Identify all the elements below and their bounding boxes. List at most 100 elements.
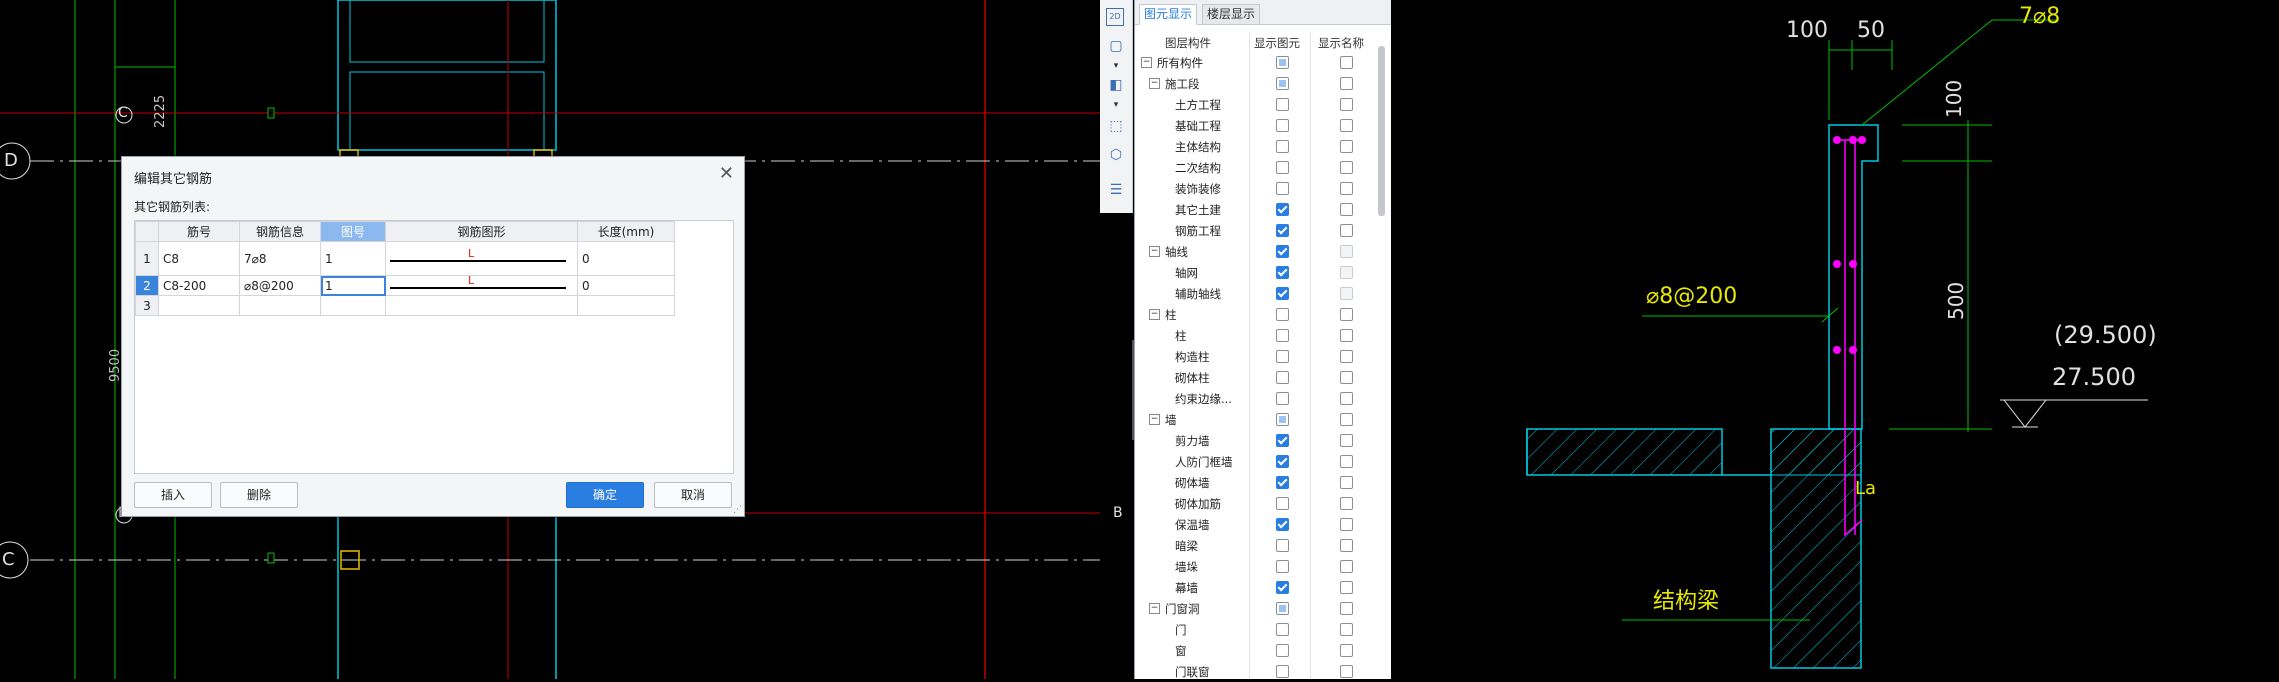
resize-grip-icon[interactable]: ⋰ (733, 505, 742, 515)
table-row[interactable]: 3 (135, 295, 675, 316)
show-element-checkbox[interactable] (1276, 245, 1289, 258)
show-name-checkbox[interactable] (1340, 476, 1353, 489)
show-name-checkbox[interactable] (1340, 560, 1353, 573)
show-name-checkbox[interactable] (1340, 329, 1353, 342)
show-element-checkbox[interactable] (1276, 413, 1289, 426)
layer-row[interactable]: 基础工程 (1135, 115, 1375, 136)
show-name-checkbox[interactable] (1340, 539, 1353, 552)
show-element-checkbox[interactable] (1276, 665, 1289, 678)
show-element-checkbox[interactable] (1276, 161, 1289, 174)
show-element-checkbox[interactable] (1276, 203, 1289, 216)
cell-shape[interactable]: L (385, 274, 578, 296)
col-header-length[interactable]: 长度(mm) (577, 221, 675, 242)
layer-row[interactable]: 保温墙 (1135, 514, 1375, 535)
table-row[interactable]: 1 C8 7⌀8 1 L 0 (135, 241, 675, 276)
layer-row[interactable]: 二次结构 (1135, 157, 1375, 178)
cell-name[interactable] (158, 295, 240, 316)
layer-row[interactable]: − 施工段 (1135, 73, 1375, 94)
2d-view-icon[interactable]: 2D (1106, 8, 1124, 26)
show-element-checkbox[interactable] (1276, 308, 1289, 321)
layer-row[interactable]: 门 (1135, 619, 1375, 640)
layer-row[interactable]: 构造柱 (1135, 346, 1375, 367)
show-element-checkbox[interactable] (1276, 140, 1289, 153)
show-element-checkbox[interactable] (1276, 182, 1289, 195)
show-name-checkbox[interactable] (1340, 497, 1353, 510)
show-element-checkbox[interactable] (1276, 623, 1289, 636)
3d-solid-icon[interactable]: ◧ (1106, 75, 1126, 95)
layer-row[interactable]: 砌体墙 (1135, 472, 1375, 493)
layer-row[interactable]: 砌体柱 (1135, 367, 1375, 388)
show-name-checkbox[interactable] (1340, 413, 1353, 426)
layer-row[interactable]: − 墙 (1135, 409, 1375, 430)
layer-row[interactable]: 其它土建 (1135, 199, 1375, 220)
layer-row[interactable]: 幕墙 (1135, 577, 1375, 598)
layer-row[interactable]: 装饰装修 (1135, 178, 1375, 199)
layer-row[interactable]: 人防门框墙 (1135, 451, 1375, 472)
show-element-checkbox[interactable] (1276, 539, 1289, 552)
panel-scrollbar[interactable] (1378, 46, 1385, 216)
cell-length[interactable]: 0 (577, 241, 675, 276)
layer-row[interactable]: 主体结构 (1135, 136, 1375, 157)
layer-row[interactable]: 轴网 (1135, 262, 1375, 283)
layer-row[interactable]: − 轴线 (1135, 241, 1375, 262)
show-element-checkbox[interactable] (1276, 287, 1289, 300)
show-element-checkbox[interactable] (1276, 350, 1289, 363)
table-row[interactable]: 2 C8-200 ⌀8@200 1 L 0 (135, 274, 675, 296)
show-element-checkbox[interactable] (1276, 329, 1289, 342)
show-name-checkbox[interactable] (1340, 602, 1353, 615)
layer-row[interactable]: 土方工程 (1135, 94, 1375, 115)
show-name-checkbox[interactable] (1340, 287, 1353, 300)
delete-button[interactable]: 删除 (220, 482, 298, 508)
show-name-checkbox[interactable] (1340, 98, 1353, 111)
show-element-checkbox[interactable] (1276, 497, 1289, 510)
show-element-checkbox[interactable] (1276, 476, 1289, 489)
col-header-info[interactable]: 钢筋信息 (239, 221, 321, 242)
show-element-checkbox[interactable] (1276, 77, 1289, 90)
show-name-checkbox[interactable] (1340, 77, 1353, 90)
collapse-toggle-icon[interactable]: − (1149, 78, 1160, 89)
layer-settings-icon[interactable]: ⬡ (1106, 145, 1126, 165)
cell-length[interactable]: 0 (577, 275, 675, 296)
show-name-checkbox[interactable] (1340, 644, 1353, 657)
show-element-checkbox[interactable] (1276, 518, 1289, 531)
collapse-toggle-icon[interactable]: − (1149, 309, 1160, 320)
ok-button[interactable]: 确定 (566, 482, 644, 508)
show-name-checkbox[interactable] (1340, 203, 1353, 216)
collapse-toggle-icon[interactable]: − (1141, 57, 1152, 68)
tab-element-display[interactable]: 图元显示 (1139, 4, 1198, 25)
layer-row[interactable]: 暗梁 (1135, 535, 1375, 556)
show-name-checkbox[interactable] (1340, 518, 1353, 531)
show-element-checkbox[interactable] (1276, 224, 1289, 237)
show-name-checkbox[interactable] (1340, 56, 1353, 69)
cell-shape[interactable] (385, 295, 578, 316)
close-icon[interactable]: ✕ (719, 163, 734, 184)
show-element-checkbox[interactable] (1276, 602, 1289, 615)
show-name-checkbox[interactable] (1340, 581, 1353, 594)
collapse-toggle-icon[interactable]: − (1149, 414, 1160, 425)
cell-figure[interactable] (320, 295, 386, 316)
display-list-icon[interactable]: ☰ (1106, 180, 1126, 200)
show-name-checkbox[interactable] (1340, 161, 1353, 174)
cell-figure[interactable]: 1 (320, 275, 386, 296)
cell-name[interactable]: C8 (158, 241, 240, 276)
show-element-checkbox[interactable] (1276, 119, 1289, 132)
layer-row[interactable]: 剪力墙 (1135, 430, 1375, 451)
3d-box-icon[interactable]: ▢ (1106, 36, 1126, 56)
insert-button[interactable]: 插入 (134, 482, 212, 508)
show-name-checkbox[interactable] (1340, 182, 1353, 195)
layer-row[interactable]: 砌体加筋 (1135, 493, 1375, 514)
show-element-checkbox[interactable] (1276, 371, 1289, 384)
show-name-checkbox[interactable] (1340, 245, 1353, 258)
show-element-checkbox[interactable] (1276, 266, 1289, 279)
col-header-figure[interactable]: 图号 (320, 221, 386, 242)
show-name-checkbox[interactable] (1340, 371, 1353, 384)
show-element-checkbox[interactable] (1276, 98, 1289, 111)
show-element-checkbox[interactable] (1276, 56, 1289, 69)
cancel-button[interactable]: 取消 (654, 482, 732, 508)
cell-info[interactable]: 7⌀8 (239, 241, 321, 276)
show-element-checkbox[interactable] (1276, 455, 1289, 468)
show-element-checkbox[interactable] (1276, 392, 1289, 405)
show-name-checkbox[interactable] (1340, 623, 1353, 636)
col-header-name[interactable]: 筋号 (158, 221, 240, 242)
layer-row[interactable]: 约束边缘... (1135, 388, 1375, 409)
